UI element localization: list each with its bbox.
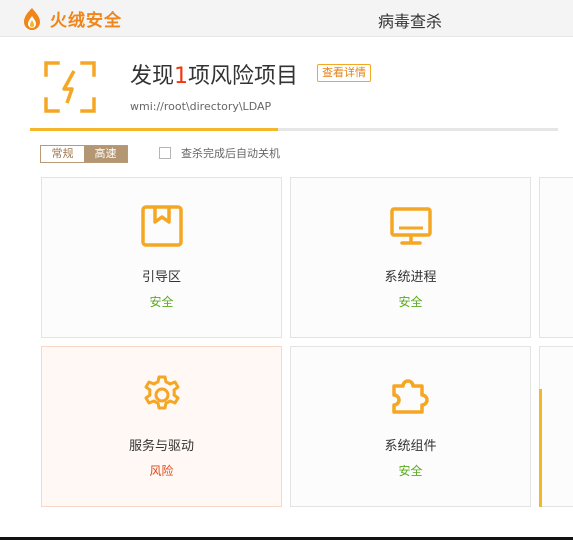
headline-suffix: 项风险项目	[188, 64, 299, 89]
mode-fast-button[interactable]: 高速	[84, 146, 127, 162]
scan-card-partial[interactable]	[539, 177, 573, 338]
card-status: 安全	[398, 464, 423, 478]
scan-lightning-icon	[44, 61, 96, 113]
brand: 火绒安全	[22, 6, 122, 31]
card-label: 系统进程	[384, 270, 437, 285]
gear-icon	[144, 375, 179, 410]
risk-count: 1	[174, 64, 189, 89]
scan-progress-fill	[30, 128, 279, 131]
scan-result-headline: 发现 1 项风险项目	[130, 58, 298, 90]
card-status: 安全	[398, 295, 423, 309]
monitor-icon	[389, 207, 432, 245]
auto-shutdown-checkbox[interactable]	[159, 147, 171, 159]
brand-name: 火绒安全	[50, 11, 122, 31]
flame-logo-icon	[24, 7, 40, 30]
headline-prefix: 发现	[130, 64, 175, 89]
scan-card-partial-active[interactable]	[539, 346, 573, 507]
card-label: 服务与驱动	[128, 439, 194, 454]
puzzle-icon	[391, 379, 429, 414]
mode-normal-button[interactable]: 常规	[41, 146, 84, 162]
title-bar: 火绒安全 病毒查杀	[0, 0, 573, 37]
card-status: 风险	[149, 464, 174, 478]
scan-card-system-processes[interactable]: 系统进程 安全	[290, 177, 531, 338]
window-title: 病毒查杀	[378, 12, 443, 31]
auto-shutdown-option[interactable]: 查杀完成后自动关机	[159, 145, 280, 161]
current-scan-path: wmi://root\directory\LDAP	[130, 100, 272, 113]
card-active-indicator	[539, 389, 542, 507]
view-details-button[interactable]: 查看详情	[317, 64, 371, 82]
auto-shutdown-label: 查杀完成后自动关机	[181, 147, 280, 160]
scan-progress-bar	[30, 128, 558, 131]
card-label: 系统组件	[384, 439, 437, 454]
bookmark-icon	[140, 205, 183, 247]
card-status: 安全	[149, 295, 174, 309]
card-label: 引导区	[141, 270, 181, 285]
scan-card-services-drivers[interactable]: 服务与驱动 风险	[41, 346, 282, 507]
scan-card-system-components[interactable]: 系统组件 安全	[290, 346, 531, 507]
scan-mode-toggle: 常规 高速	[40, 145, 128, 163]
scan-card-boot-sector[interactable]: 引导区 安全	[41, 177, 282, 338]
